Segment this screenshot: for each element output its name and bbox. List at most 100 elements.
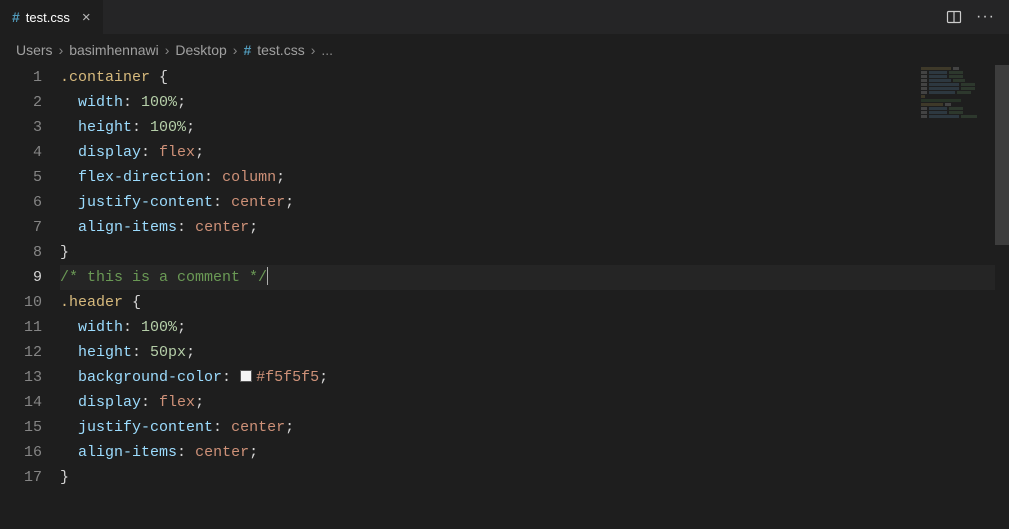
line-number: 1	[0, 65, 42, 90]
token: ;	[177, 319, 186, 336]
code-line[interactable]: flex-direction: column;	[60, 165, 1009, 190]
code-line[interactable]: width: 100%;	[60, 315, 1009, 340]
token: flex	[159, 394, 195, 411]
code-line[interactable]: height: 50px;	[60, 340, 1009, 365]
color-swatch-icon	[240, 370, 252, 382]
token: 100%	[141, 94, 177, 111]
token: justify-content	[78, 419, 213, 436]
line-number: 7	[0, 215, 42, 240]
line-number: 10	[0, 290, 42, 315]
line-number: 3	[0, 115, 42, 140]
token: column	[222, 169, 276, 186]
token: :	[132, 119, 150, 136]
line-number: 6	[0, 190, 42, 215]
breadcrumb-trailing[interactable]: ...	[321, 42, 333, 58]
chevron-right-icon: ›	[233, 42, 238, 58]
line-number-gutter: 1234567891011121314151617	[0, 65, 60, 529]
line-number: 4	[0, 140, 42, 165]
scrollbar-thumb[interactable]	[995, 65, 1009, 245]
token: display	[78, 144, 141, 161]
token: :	[177, 444, 195, 461]
scrollbar-track	[995, 65, 1009, 529]
code-line[interactable]: align-items: center;	[60, 215, 1009, 240]
line-number: 15	[0, 415, 42, 440]
chevron-right-icon: ›	[59, 42, 64, 58]
token: }	[60, 469, 69, 486]
css-file-icon: #	[243, 42, 251, 58]
code-line[interactable]: height: 100%;	[60, 115, 1009, 140]
token: width	[78, 319, 123, 336]
token: }	[60, 244, 69, 261]
token: flex	[159, 144, 195, 161]
chevron-right-icon: ›	[311, 42, 316, 58]
breadcrumb: Users › basimhennawi › Desktop › # test.…	[0, 35, 1009, 65]
token: ;	[195, 394, 204, 411]
line-number: 9	[0, 265, 42, 290]
close-icon[interactable]: ×	[82, 10, 91, 25]
code-line[interactable]: .header {	[60, 290, 1009, 315]
token: ;	[195, 144, 204, 161]
code-line[interactable]: justify-content: center;	[60, 190, 1009, 215]
token: ;	[276, 169, 285, 186]
token: :	[123, 94, 141, 111]
line-number: 11	[0, 315, 42, 340]
token: :	[222, 369, 240, 386]
token: {	[159, 69, 168, 86]
token: height	[78, 119, 132, 136]
breadcrumb-segment[interactable]: Users	[16, 42, 53, 58]
text-cursor	[267, 267, 268, 285]
more-actions-icon[interactable]: ···	[976, 8, 995, 26]
token: 100%	[141, 319, 177, 336]
token: {	[132, 294, 141, 311]
tab-filename: test.css	[26, 10, 70, 25]
title-actions: ···	[946, 0, 1009, 34]
token: ;	[319, 369, 328, 386]
code-line[interactable]: }	[60, 465, 1009, 490]
token: height	[78, 344, 132, 361]
code-line[interactable]: background-color: #f5f5f5;	[60, 365, 1009, 390]
token: display	[78, 394, 141, 411]
token: background-color	[78, 369, 222, 386]
code-line[interactable]: .container {	[60, 65, 1009, 90]
code-area[interactable]: .container { width: 100%; height: 100%; …	[60, 65, 1009, 529]
split-editor-icon[interactable]	[946, 9, 962, 25]
token: :	[132, 344, 150, 361]
breadcrumb-segment[interactable]: Desktop	[175, 42, 226, 58]
code-line[interactable]: }	[60, 240, 1009, 265]
line-number: 16	[0, 440, 42, 465]
chevron-right-icon: ›	[165, 42, 170, 58]
token: :	[141, 144, 159, 161]
line-number: 5	[0, 165, 42, 190]
line-number: 17	[0, 465, 42, 490]
token: center	[231, 194, 285, 211]
code-line[interactable]: align-items: center;	[60, 440, 1009, 465]
token: align-items	[78, 444, 177, 461]
token: #f5f5f5	[256, 369, 319, 386]
code-line[interactable]: width: 100%;	[60, 90, 1009, 115]
code-line[interactable]: display: flex;	[60, 140, 1009, 165]
token: center	[195, 219, 249, 236]
token: :	[213, 419, 231, 436]
code-line[interactable]: display: flex;	[60, 390, 1009, 415]
token: :	[123, 319, 141, 336]
tab-test-css[interactable]: # test.css ×	[0, 0, 104, 34]
line-number: 12	[0, 340, 42, 365]
token: 50px	[150, 344, 186, 361]
token: ;	[249, 444, 258, 461]
token: :	[204, 169, 222, 186]
token: center	[231, 419, 285, 436]
token: flex-direction	[78, 169, 204, 186]
breadcrumb-file[interactable]: test.css	[257, 42, 304, 58]
token: :	[213, 194, 231, 211]
breadcrumb-segment[interactable]: basimhennawi	[69, 42, 159, 58]
token: ;	[177, 94, 186, 111]
line-number: 8	[0, 240, 42, 265]
code-line[interactable]: /* this is a comment */	[60, 265, 1009, 290]
token: /* this is a comment */	[60, 269, 267, 286]
code-line[interactable]: justify-content: center;	[60, 415, 1009, 440]
token: :	[177, 219, 195, 236]
editor[interactable]: 1234567891011121314151617 .container { w…	[0, 65, 1009, 529]
token: .header	[60, 294, 132, 311]
token: :	[141, 394, 159, 411]
token: ;	[285, 194, 294, 211]
